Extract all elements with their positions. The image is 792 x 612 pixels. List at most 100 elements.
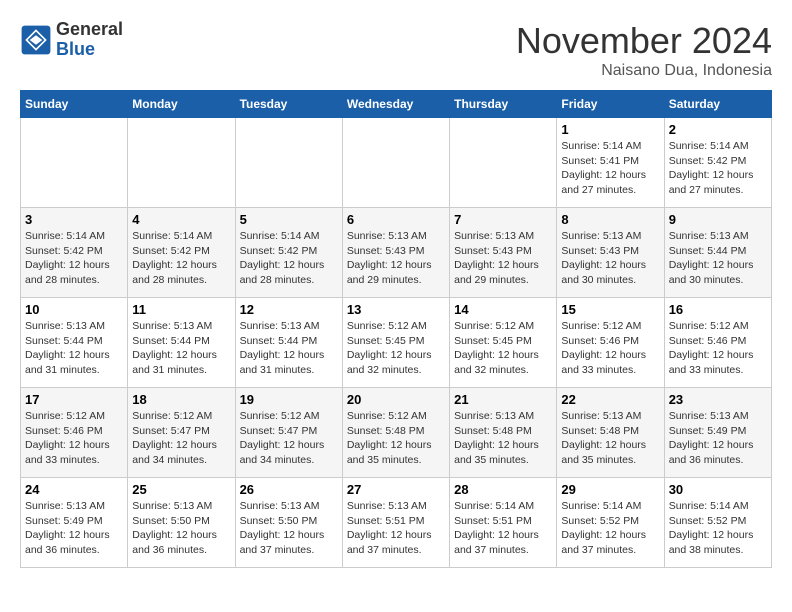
calendar-cell: 15 Sunrise: 5:12 AM Sunset: 5:46 PM Dayli… xyxy=(557,298,664,388)
day-info: Sunrise: 5:12 AM Sunset: 5:46 PM Dayligh… xyxy=(669,319,767,378)
calendar-cell: 1 Sunrise: 5:14 AM Sunset: 5:41 PM Daylig… xyxy=(557,118,664,208)
calendar-cell xyxy=(21,118,128,208)
day-number: 22 xyxy=(561,392,659,407)
calendar-cell: 30 Sunrise: 5:14 AM Sunset: 5:52 PM Dayli… xyxy=(664,478,771,568)
calendar-week-row: 1 Sunrise: 5:14 AM Sunset: 5:41 PM Daylig… xyxy=(21,118,772,208)
day-info: Sunrise: 5:12 AM Sunset: 5:47 PM Dayligh… xyxy=(240,409,338,468)
day-info: Sunrise: 5:12 AM Sunset: 5:48 PM Dayligh… xyxy=(347,409,445,468)
logo-general-text: General xyxy=(56,19,123,39)
day-info: Sunrise: 5:13 AM Sunset: 5:48 PM Dayligh… xyxy=(454,409,552,468)
location-subtitle: Naisano Dua, Indonesia xyxy=(516,62,772,80)
logo-icon xyxy=(20,24,52,56)
day-number: 10 xyxy=(25,302,123,317)
calendar-cell: 27 Sunrise: 5:13 AM Sunset: 5:51 PM Dayli… xyxy=(342,478,449,568)
calendar-cell: 22 Sunrise: 5:13 AM Sunset: 5:48 PM Dayli… xyxy=(557,388,664,478)
calendar-cell: 10 Sunrise: 5:13 AM Sunset: 5:44 PM Dayli… xyxy=(21,298,128,388)
calendar-week-row: 10 Sunrise: 5:13 AM Sunset: 5:44 PM Dayli… xyxy=(21,298,772,388)
calendar-cell: 25 Sunrise: 5:13 AM Sunset: 5:50 PM Dayli… xyxy=(128,478,235,568)
calendar-cell: 2 Sunrise: 5:14 AM Sunset: 5:42 PM Daylig… xyxy=(664,118,771,208)
calendar-cell xyxy=(342,118,449,208)
calendar-cell: 19 Sunrise: 5:12 AM Sunset: 5:47 PM Dayli… xyxy=(235,388,342,478)
month-title: November 2024 xyxy=(516,20,772,62)
day-info: Sunrise: 5:13 AM Sunset: 5:43 PM Dayligh… xyxy=(561,229,659,288)
calendar-cell: 5 Sunrise: 5:14 AM Sunset: 5:42 PM Daylig… xyxy=(235,208,342,298)
day-info: Sunrise: 5:14 AM Sunset: 5:42 PM Dayligh… xyxy=(25,229,123,288)
day-info: Sunrise: 5:14 AM Sunset: 5:51 PM Dayligh… xyxy=(454,499,552,558)
day-info: Sunrise: 5:12 AM Sunset: 5:46 PM Dayligh… xyxy=(25,409,123,468)
day-number: 23 xyxy=(669,392,767,407)
day-info: Sunrise: 5:14 AM Sunset: 5:42 PM Dayligh… xyxy=(669,139,767,198)
day-number: 15 xyxy=(561,302,659,317)
day-info: Sunrise: 5:14 AM Sunset: 5:52 PM Dayligh… xyxy=(669,499,767,558)
day-number: 14 xyxy=(454,302,552,317)
day-number: 25 xyxy=(132,482,230,497)
calendar-cell: 28 Sunrise: 5:14 AM Sunset: 5:51 PM Dayli… xyxy=(450,478,557,568)
calendar-week-row: 17 Sunrise: 5:12 AM Sunset: 5:46 PM Dayli… xyxy=(21,388,772,478)
day-number: 1 xyxy=(561,122,659,137)
calendar-cell xyxy=(450,118,557,208)
calendar-week-row: 24 Sunrise: 5:13 AM Sunset: 5:49 PM Dayli… xyxy=(21,478,772,568)
day-number: 7 xyxy=(454,212,552,227)
day-info: Sunrise: 5:13 AM Sunset: 5:48 PM Dayligh… xyxy=(561,409,659,468)
day-info: Sunrise: 5:12 AM Sunset: 5:45 PM Dayligh… xyxy=(454,319,552,378)
day-number: 8 xyxy=(561,212,659,227)
day-number: 4 xyxy=(132,212,230,227)
calendar-cell: 7 Sunrise: 5:13 AM Sunset: 5:43 PM Daylig… xyxy=(450,208,557,298)
day-info: Sunrise: 5:13 AM Sunset: 5:44 PM Dayligh… xyxy=(240,319,338,378)
calendar-week-row: 3 Sunrise: 5:14 AM Sunset: 5:42 PM Daylig… xyxy=(21,208,772,298)
day-info: Sunrise: 5:12 AM Sunset: 5:46 PM Dayligh… xyxy=(561,319,659,378)
calendar-table: SundayMondayTuesdayWednesdayThursdayFrid… xyxy=(20,90,772,568)
day-info: Sunrise: 5:13 AM Sunset: 5:49 PM Dayligh… xyxy=(669,409,767,468)
day-info: Sunrise: 5:12 AM Sunset: 5:47 PM Dayligh… xyxy=(132,409,230,468)
calendar-cell: 11 Sunrise: 5:13 AM Sunset: 5:44 PM Dayli… xyxy=(128,298,235,388)
calendar-cell: 14 Sunrise: 5:12 AM Sunset: 5:45 PM Dayli… xyxy=(450,298,557,388)
calendar-cell: 20Sunrise: 5:12 AM Sunset: 5:48 PM Dayli… xyxy=(342,388,449,478)
weekday-header: Saturday xyxy=(664,91,771,118)
day-info: Sunrise: 5:14 AM Sunset: 5:42 PM Dayligh… xyxy=(240,229,338,288)
weekday-header: Wednesday xyxy=(342,91,449,118)
day-info: Sunrise: 5:13 AM Sunset: 5:44 PM Dayligh… xyxy=(132,319,230,378)
day-number: 24 xyxy=(25,482,123,497)
day-number: 26 xyxy=(240,482,338,497)
day-info: Sunrise: 5:14 AM Sunset: 5:42 PM Dayligh… xyxy=(132,229,230,288)
weekday-header: Tuesday xyxy=(235,91,342,118)
day-number: 27 xyxy=(347,482,445,497)
calendar-cell: 9 Sunrise: 5:13 AM Sunset: 5:44 PM Daylig… xyxy=(664,208,771,298)
day-info: Sunrise: 5:13 AM Sunset: 5:50 PM Dayligh… xyxy=(240,499,338,558)
day-info: Sunrise: 5:13 AM Sunset: 5:44 PM Dayligh… xyxy=(669,229,767,288)
logo: General Blue xyxy=(20,20,123,60)
day-number: 16 xyxy=(669,302,767,317)
weekday-header: Sunday xyxy=(21,91,128,118)
day-number: 5 xyxy=(240,212,338,227)
day-info: Sunrise: 5:13 AM Sunset: 5:43 PM Dayligh… xyxy=(347,229,445,288)
calendar-cell: 24 Sunrise: 5:13 AM Sunset: 5:49 PM Dayli… xyxy=(21,478,128,568)
day-number: 18 xyxy=(132,392,230,407)
day-number: 12 xyxy=(240,302,338,317)
calendar-cell: 3 Sunrise: 5:14 AM Sunset: 5:42 PM Daylig… xyxy=(21,208,128,298)
calendar-header-row: SundayMondayTuesdayWednesdayThursdayFrid… xyxy=(21,91,772,118)
day-number: 9 xyxy=(669,212,767,227)
day-info: Sunrise: 5:14 AM Sunset: 5:52 PM Dayligh… xyxy=(561,499,659,558)
weekday-header: Thursday xyxy=(450,91,557,118)
day-info: Sunrise: 5:13 AM Sunset: 5:50 PM Dayligh… xyxy=(132,499,230,558)
day-number: 17 xyxy=(25,392,123,407)
calendar-cell: 29Sunrise: 5:14 AM Sunset: 5:52 PM Dayli… xyxy=(557,478,664,568)
day-number: 21 xyxy=(454,392,552,407)
calendar-cell: 26 Sunrise: 5:13 AM Sunset: 5:50 PM Dayli… xyxy=(235,478,342,568)
day-info: Sunrise: 5:14 AM Sunset: 5:41 PM Dayligh… xyxy=(561,139,659,198)
page-header: General Blue November 2024 Naisano Dua, … xyxy=(20,20,772,80)
day-info: Sunrise: 5:13 AM Sunset: 5:44 PM Dayligh… xyxy=(25,319,123,378)
calendar-cell: 13Sunrise: 5:12 AM Sunset: 5:45 PM Dayli… xyxy=(342,298,449,388)
day-number: 2 xyxy=(669,122,767,137)
day-info: Sunrise: 5:13 AM Sunset: 5:49 PM Dayligh… xyxy=(25,499,123,558)
title-block: November 2024 Naisano Dua, Indonesia xyxy=(516,20,772,80)
day-number: 11 xyxy=(132,302,230,317)
day-number: 30 xyxy=(669,482,767,497)
day-number: 28 xyxy=(454,482,552,497)
day-info: Sunrise: 5:13 AM Sunset: 5:43 PM Dayligh… xyxy=(454,229,552,288)
day-info: Sunrise: 5:13 AM Sunset: 5:51 PM Dayligh… xyxy=(347,499,445,558)
day-number: 3 xyxy=(25,212,123,227)
calendar-cell xyxy=(235,118,342,208)
day-number: 19 xyxy=(240,392,338,407)
calendar-cell: 16 Sunrise: 5:12 AM Sunset: 5:46 PM Dayli… xyxy=(664,298,771,388)
